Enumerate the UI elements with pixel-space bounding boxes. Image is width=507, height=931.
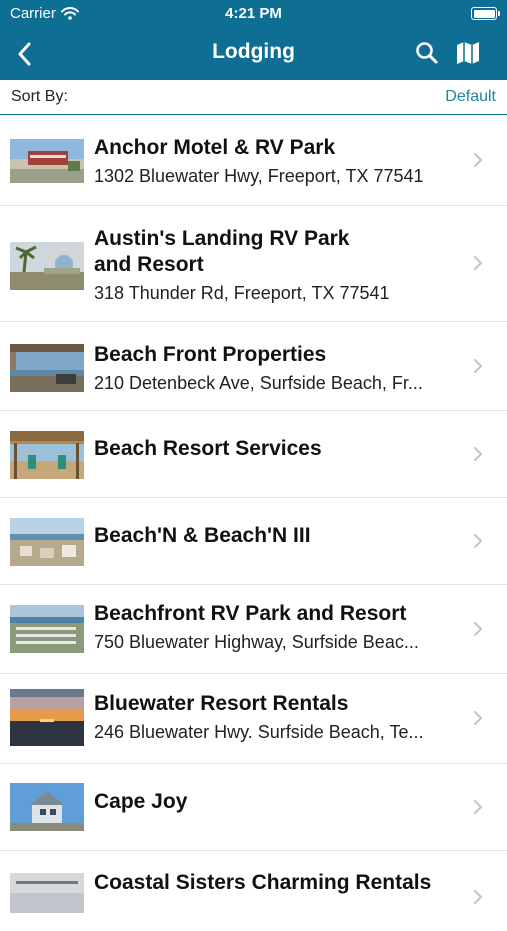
listing-text: Beach Resort Services bbox=[94, 436, 463, 462]
listing-text: Austin's Landing RV Park and Resort 318 … bbox=[94, 226, 463, 305]
listing-name: Beach Resort Services bbox=[94, 437, 322, 460]
chevron-right-icon bbox=[474, 447, 482, 461]
status-bar: Carrier 4:21 PM bbox=[0, 0, 507, 28]
status-time: 4:21 PM bbox=[225, 5, 282, 22]
listing-thumbnail bbox=[10, 139, 84, 183]
sort-default-button[interactable]: Default bbox=[445, 88, 496, 106]
listing-thumbnail bbox=[10, 518, 84, 566]
listing-address: 246 Bluewater Hwy. Surfside Beach, Te... bbox=[94, 722, 424, 742]
nav-bar: Lodging bbox=[0, 28, 507, 80]
listing-text: Beach'N & Beach'N III bbox=[94, 523, 463, 549]
search-icon[interactable] bbox=[414, 40, 440, 66]
chevron-right-icon bbox=[474, 256, 482, 270]
chevron-right-icon bbox=[474, 153, 482, 167]
lodging-list: Anchor Motel & RV Park 1302 Bluewater Hw… bbox=[0, 116, 507, 931]
map-icon[interactable] bbox=[454, 39, 482, 67]
listing-address: 318 Thunder Rd, Freeport, TX 77541 bbox=[94, 283, 390, 303]
listing-text: Bluewater Resort Rentals 246 Bluewater H… bbox=[94, 691, 463, 744]
listing-name: Coastal Sisters Charming Rentals bbox=[94, 871, 432, 894]
listing-thumbnail bbox=[10, 431, 84, 479]
list-item[interactable]: Beach Resort Services bbox=[0, 411, 507, 498]
chevron-right-icon bbox=[474, 359, 482, 373]
battery-icon bbox=[471, 7, 500, 20]
listing-name: Cape Joy bbox=[94, 790, 188, 813]
chevron-right-icon bbox=[474, 622, 482, 636]
listing-thumbnail bbox=[10, 605, 84, 653]
listing-thumbnail bbox=[10, 689, 84, 746]
listing-thumbnail bbox=[10, 344, 84, 392]
listing-name: Austin's Landing RV Park bbox=[94, 227, 350, 250]
sort-label: Sort By: bbox=[11, 88, 68, 105]
chevron-right-icon bbox=[474, 800, 482, 814]
listing-name: Beach Front Properties bbox=[94, 343, 327, 366]
sort-bar: Sort By: Default bbox=[0, 80, 507, 115]
listing-name: Beach'N & Beach'N III bbox=[94, 524, 311, 547]
listing-thumbnail bbox=[10, 783, 84, 831]
listing-address: 1302 Bluewater Hwy, Freeport, TX 77541 bbox=[94, 166, 424, 186]
list-item[interactable]: Austin's Landing RV Park and Resort 318 … bbox=[0, 206, 507, 322]
chevron-right-icon bbox=[474, 534, 482, 548]
list-item[interactable]: Anchor Motel & RV Park 1302 Bluewater Hw… bbox=[0, 116, 507, 206]
listing-name: Bluewater Resort Rentals bbox=[94, 692, 349, 715]
list-item[interactable]: Beach Front Properties 210 Detenbeck Ave… bbox=[0, 322, 507, 411]
listing-text: Beach Front Properties 210 Detenbeck Ave… bbox=[94, 342, 463, 395]
listing-text: Cape Joy bbox=[94, 789, 463, 815]
listing-address: 210 Detenbeck Ave, Surfside Beach, Fr... bbox=[94, 373, 423, 393]
chevron-right-icon bbox=[474, 890, 482, 904]
list-item[interactable]: Beach'N & Beach'N III bbox=[0, 498, 507, 585]
listing-thumbnail bbox=[10, 242, 84, 290]
navigation-header: Carrier 4:21 PM Lodging bbox=[0, 0, 507, 80]
listing-thumbnail bbox=[10, 873, 84, 913]
list-item[interactable]: Cape Joy bbox=[0, 764, 507, 851]
listing-text: Anchor Motel & RV Park 1302 Bluewater Hw… bbox=[94, 135, 463, 188]
list-item[interactable]: Beachfront RV Park and Resort 750 Bluewa… bbox=[0, 585, 507, 674]
list-item[interactable]: Coastal Sisters Charming Rentals bbox=[0, 851, 507, 931]
listing-text: Beachfront RV Park and Resort 750 Bluewa… bbox=[94, 601, 463, 654]
listing-name: Beachfront RV Park and Resort bbox=[94, 602, 407, 625]
list-item[interactable]: Bluewater Resort Rentals 246 Bluewater H… bbox=[0, 674, 507, 764]
listing-name: Anchor Motel & RV Park bbox=[94, 136, 336, 159]
listing-address: 750 Bluewater Highway, Surfside Beac... bbox=[94, 632, 419, 652]
listing-name-line-2: and Resort bbox=[94, 253, 204, 276]
chevron-right-icon bbox=[474, 711, 482, 725]
listing-text: Coastal Sisters Charming Rentals bbox=[94, 870, 463, 896]
